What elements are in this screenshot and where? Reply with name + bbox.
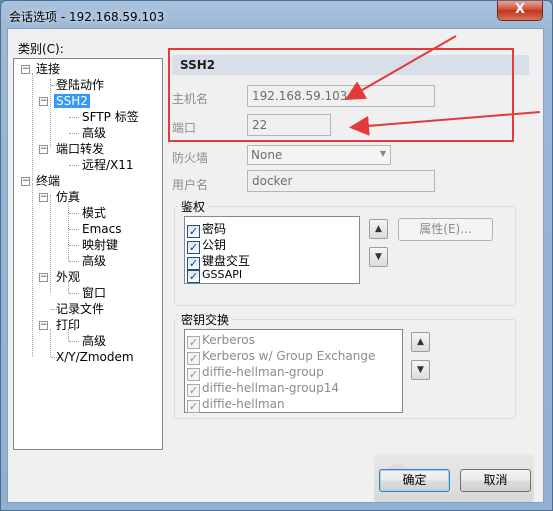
annotation-arrows: [344, 35, 541, 136]
annotation-arrow-port: [349, 111, 541, 136]
annotation-arrow-hostname: [344, 35, 457, 100]
